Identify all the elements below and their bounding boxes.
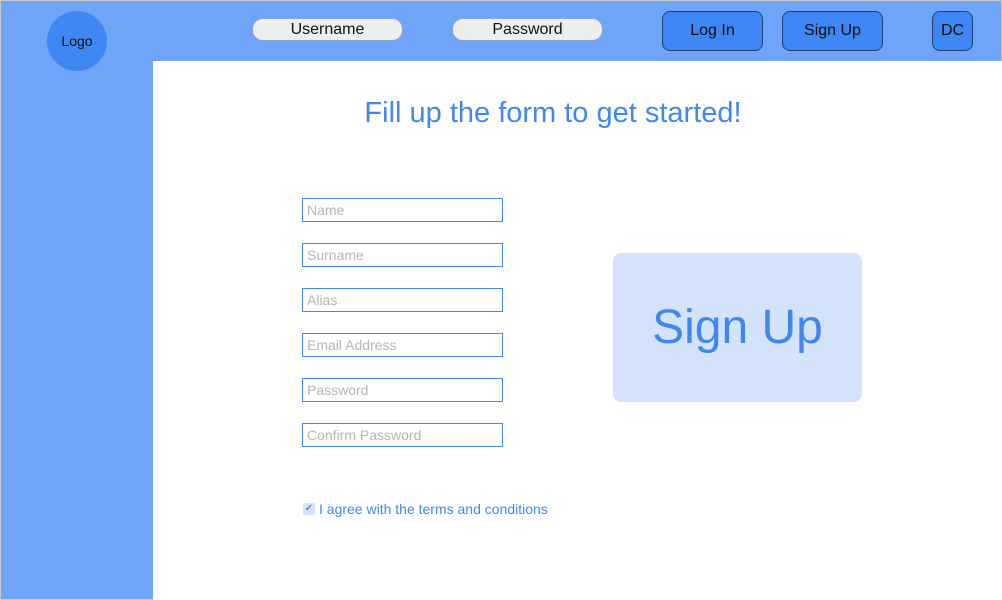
password-label: Password bbox=[492, 20, 563, 38]
password-field[interactable]: Password bbox=[452, 18, 603, 41]
confirm-password-field[interactable] bbox=[302, 423, 503, 447]
app-frame: Logo Username Password Log In Sign Up DC… bbox=[0, 0, 1002, 600]
signup-submit-label: Sign Up bbox=[652, 301, 823, 354]
username-field[interactable]: Username bbox=[252, 18, 403, 41]
login-button-label: Log In bbox=[690, 22, 735, 39]
terms-label[interactable]: I agree with the terms and conditions bbox=[319, 501, 548, 517]
signup-nav-button-label: Sign Up bbox=[804, 22, 861, 39]
main-content: Fill up the form to get started! ✓ I agr… bbox=[153, 61, 1002, 600]
signup-submit-button[interactable]: Sign Up bbox=[613, 253, 862, 402]
email-field[interactable] bbox=[302, 333, 503, 357]
login-button[interactable]: Log In bbox=[662, 11, 763, 51]
username-label: Username bbox=[290, 20, 365, 38]
surname-field[interactable] bbox=[302, 243, 503, 267]
avatar-initials: DC bbox=[940, 22, 965, 39]
page-title: Fill up the form to get started! bbox=[364, 97, 742, 129]
logo-label: Logo bbox=[61, 33, 93, 49]
terms-row: ✓ I agree with the terms and conditions bbox=[303, 501, 548, 517]
avatar[interactable]: DC bbox=[932, 11, 973, 51]
alias-field[interactable] bbox=[302, 288, 503, 312]
terms-checkbox[interactable]: ✓ bbox=[303, 503, 315, 515]
name-field[interactable] bbox=[302, 198, 503, 222]
logo[interactable]: Logo bbox=[47, 11, 107, 71]
signup-nav-button[interactable]: Sign Up bbox=[782, 11, 883, 51]
signup-password-field[interactable] bbox=[302, 378, 503, 402]
